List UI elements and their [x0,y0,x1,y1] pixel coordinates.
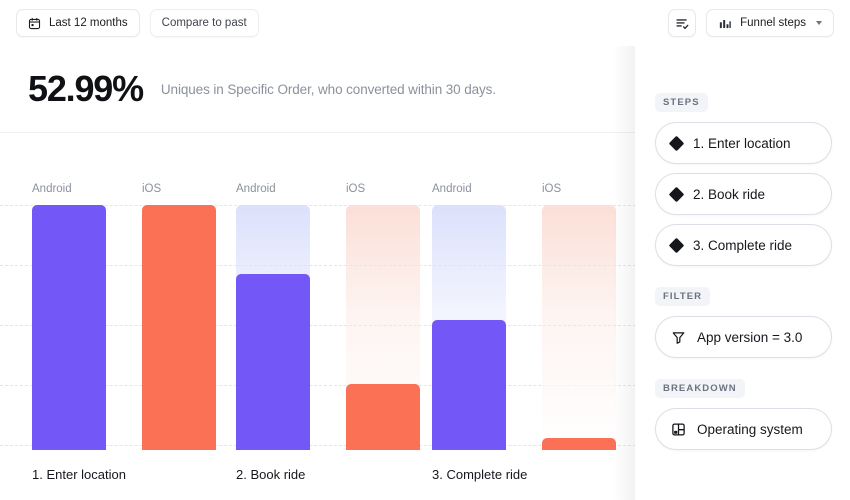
series-label-ios: iOS [346,183,365,195]
diamond-icon [671,138,682,149]
diamond-icon [669,237,685,253]
conversion-rate-value: 52.99% [28,71,143,107]
breakdown-section-label: BREAKDOWN [655,379,745,398]
toolbar-right-group: Funnel steps [668,9,834,37]
diamond-icon [671,240,682,251]
diamond-icon [671,189,682,200]
bar-group-label: 3. Complete ride [432,467,527,482]
bar-remainder-ios [542,205,616,450]
bar-chart-icon [718,16,732,30]
bar-android[interactable] [432,320,506,450]
bar-ios[interactable] [346,384,420,450]
step-pill-3[interactable]: 3. Complete ride [655,224,832,266]
bar-android[interactable] [236,274,310,450]
bar-android[interactable] [32,205,106,450]
bar-group-label: 2. Book ride [236,467,305,482]
funnel-filter-icon [671,330,686,345]
filter-list: App version = 3.0 [655,316,832,358]
step-pill-1[interactable]: 1. Enter location [655,122,832,164]
toolbar-left-group: Last 12 months Compare to past [16,9,259,37]
steps-list: 1. Enter location 2. Book ride 3. Complete… [655,122,832,266]
step-pill-label: 3. Complete ride [693,238,792,253]
date-range-label: Last 12 months [49,17,128,29]
date-range-button[interactable]: Last 12 months [16,9,140,37]
calendar-icon [28,17,41,30]
chevron-down-icon [816,21,822,25]
step-pill-label: 2. Book ride [693,187,765,202]
step-pill-2[interactable]: 2. Book ride [655,173,832,215]
config-sidebar: STEPS 1. Enter location 2. Book ride 3. Co… [635,46,850,500]
spacer [655,367,832,378]
funnel-analytics-screen: Last 12 months Compare to past [0,0,850,500]
sort-lines-check-icon [675,16,690,31]
chart-bar-groups: Android iOS 1. Enter location Android iOS 2. … [0,133,636,500]
series-label-android: Android [236,183,276,195]
bar-group-label: 1. Enter location [32,467,126,482]
conversion-rate-description: Uniques in Specific Order, who converted… [161,82,496,97]
steps-section-label: STEPS [655,93,708,112]
breakdown-pill-label: Operating system [697,422,803,437]
bar-ios[interactable] [542,438,616,450]
funnel-steps-label: Funnel steps [740,17,806,29]
filter-pill-1[interactable]: App version = 3.0 [655,316,832,358]
compare-to-past-button[interactable]: Compare to past [150,9,259,37]
diamond-icon [669,135,685,151]
series-label-ios: iOS [142,183,161,195]
series-label-android: Android [432,183,472,195]
toolbar: Last 12 months Compare to past [0,0,850,46]
filter-pill-label: App version = 3.0 [697,330,802,345]
funnel-steps-dropdown[interactable]: Funnel steps [706,9,834,37]
series-label-ios: iOS [542,183,561,195]
breakdown-list: Operating system [655,408,832,450]
compare-to-past-label: Compare to past [162,17,247,29]
filter-section-label: FILTER [655,287,710,306]
bar-ios[interactable] [142,205,216,450]
diamond-icon [669,186,685,202]
spacer [655,275,832,286]
step-pill-label: 1. Enter location [693,136,791,151]
series-label-android: Android [32,183,72,195]
breakdown-pill-1[interactable]: Operating system [655,408,832,450]
sort-settings-button[interactable] [668,9,696,37]
layout-panel-icon [671,422,686,437]
